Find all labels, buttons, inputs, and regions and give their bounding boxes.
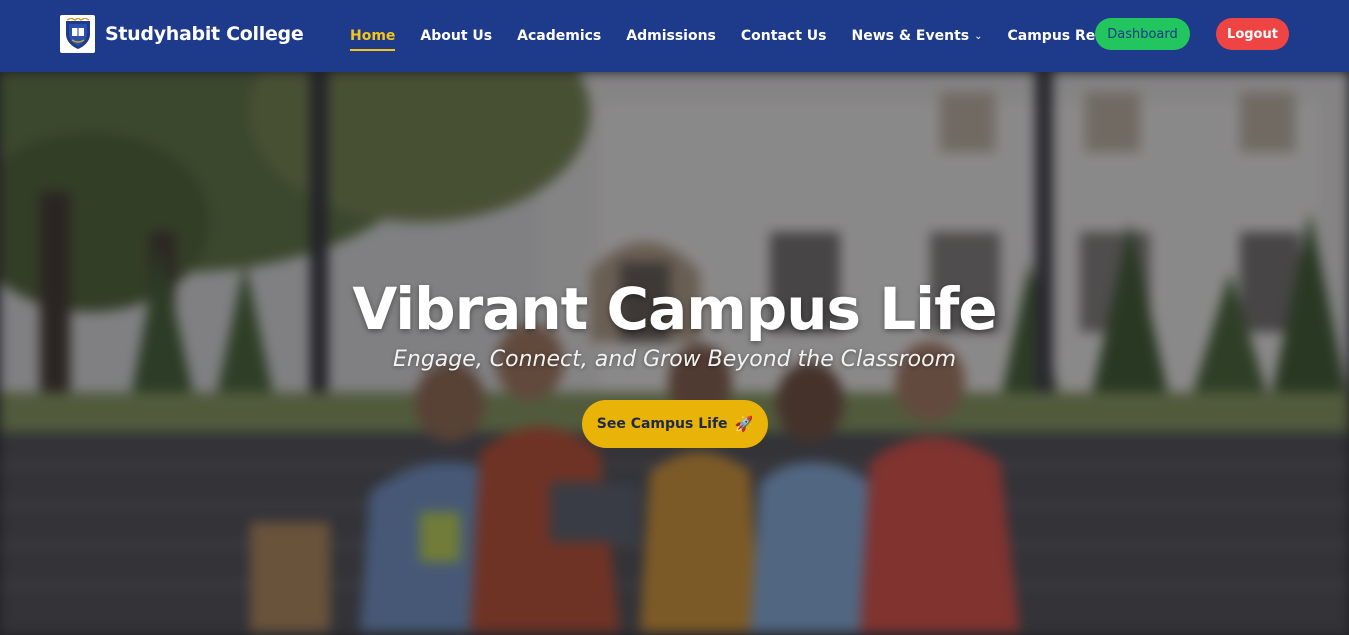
brand[interactable]: Studyhabit College bbox=[60, 15, 304, 53]
top-navbar: Studyhabit College Home About Us Academi… bbox=[0, 0, 1349, 72]
nav-item-label: News & Events bbox=[851, 28, 970, 44]
nav-item-news-events[interactable]: News & Events ⌄ bbox=[851, 28, 982, 44]
rocket-icon: 🚀 bbox=[734, 415, 754, 433]
chevron-down-icon: ⌄ bbox=[974, 30, 983, 42]
hero-subtitle: Engage, Connect, and Grow Beyond the Cla… bbox=[392, 347, 957, 372]
nav-item-label: Academics bbox=[517, 28, 602, 44]
nav-item-label: Admissions bbox=[626, 28, 716, 44]
hero-title: Vibrant Campus Life bbox=[352, 275, 997, 343]
main-nav: Home About Us Academics Admissions Conta… bbox=[350, 0, 1195, 72]
logout-button[interactable]: Logout bbox=[1216, 18, 1289, 50]
college-crest-icon bbox=[60, 15, 95, 53]
hero-section: Vibrant Campus Life Engage, Connect, and… bbox=[0, 72, 1349, 635]
nav-item-label: Contact Us bbox=[740, 28, 827, 44]
nav-item-home[interactable]: Home bbox=[350, 28, 396, 51]
nav-item-admissions[interactable]: Admissions bbox=[626, 28, 716, 44]
nav-item-about-us[interactable]: About Us bbox=[420, 28, 492, 44]
nav-item-label: About Us bbox=[420, 28, 493, 44]
nav-item-academics[interactable]: Academics bbox=[517, 28, 601, 44]
cta-label: See Campus Life bbox=[596, 416, 728, 432]
dashboard-button[interactable]: Dashboard bbox=[1095, 18, 1190, 50]
nav-item-contact-us[interactable]: Contact Us bbox=[741, 28, 827, 44]
see-campus-life-button[interactable]: See Campus Life 🚀 bbox=[582, 400, 768, 448]
brand-name[interactable]: Studyhabit College bbox=[105, 23, 304, 45]
nav-item-label: Home bbox=[350, 28, 396, 44]
